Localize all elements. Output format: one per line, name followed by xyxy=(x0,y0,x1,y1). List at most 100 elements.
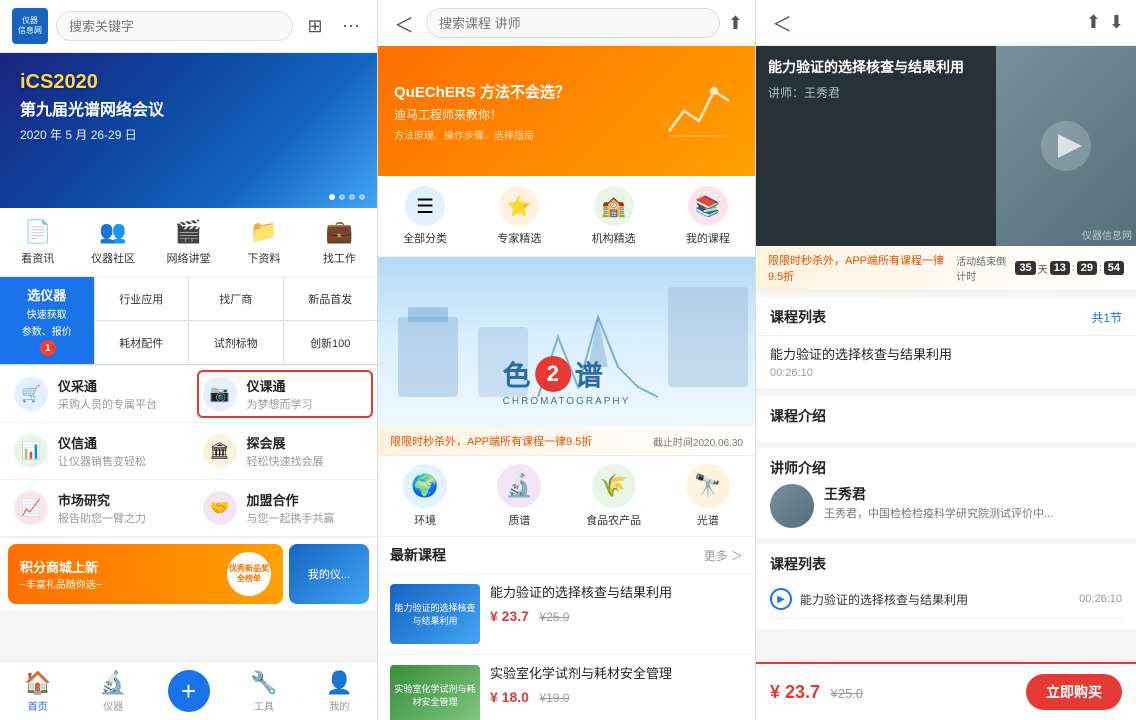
cat-expert-icon: ⭐ xyxy=(499,186,539,226)
p3-item-name: 能力验证的选择核查与结果利用 xyxy=(770,346,1122,364)
p3-list-item-1[interactable]: ▶ 能力验证的选择核查与结果利用 00:26:10 xyxy=(770,580,1122,619)
cat-expert[interactable]: ⭐ 专家精选 xyxy=(472,186,566,246)
p3-buy-bar: ¥ 23.7 ¥25.0 立即购买 xyxy=(756,662,1136,720)
course-card-2[interactable]: 实验室化学试剂与耗材安全管理 实验室化学试剂与耗材安全管理 ¥ 18.0 ¥19… xyxy=(378,655,755,720)
p3-avatar xyxy=(770,484,814,528)
price-original-2: ¥19.0 xyxy=(539,691,569,705)
tanhuizhan-icon: 🏛 xyxy=(203,434,237,468)
bottom-nav-profile[interactable]: 👤 我的 xyxy=(302,670,377,716)
panel2-header: ＜ ⬆ xyxy=(378,0,755,46)
spectro-icon: 🔭 xyxy=(686,464,730,508)
bottom-nav-add[interactable]: + xyxy=(151,670,226,716)
subcat-food[interactable]: 🌾 食品农产品 xyxy=(567,464,661,528)
service-yixintong[interactable]: 📊 仪信通 让仪器销售变轻松 xyxy=(0,423,189,479)
p3-download-icon[interactable]: ⬇ xyxy=(1109,12,1124,33)
back-button[interactable]: ＜ xyxy=(390,9,418,38)
countdown-minutes: 29 xyxy=(1077,261,1097,275)
panel1-banner[interactable]: iCS2020 第九届光谱网络会议 2020 年 5 月 26-29 日 xyxy=(0,53,377,208)
search-input[interactable] xyxy=(56,11,293,41)
chroma-chinese2: 谱 xyxy=(575,354,603,394)
service-partner[interactable]: 🤝 加盟合作 与您一起携手共赢 xyxy=(189,480,378,536)
p3-course-list-title: 课程列表 xyxy=(770,307,826,327)
chroma-text: CHROMATOGRAPHY xyxy=(503,396,631,407)
subcat-environment[interactable]: 🌍 环境 xyxy=(378,464,472,528)
panel1-bottom-nav: 🏠 首页 🔬 仪器 + 🔧 工具 👤 我的 xyxy=(0,661,377,720)
p3-promo-bar: 限限时秒杀外，APP端所有课程一律9.5折 活动结束倒计时 35 天 13 : … xyxy=(756,246,1136,291)
subcat-mass-spec[interactable]: 🔬 质谱 xyxy=(472,464,566,528)
nav-label-news: 看资讯 xyxy=(21,250,54,266)
scan-icon[interactable]: ⊞ xyxy=(301,12,329,40)
p2-banner[interactable]: QuEChERS 方法不会选？ 迪马工程师来教你！ 方法原理、操作步骤、选择指南 xyxy=(378,46,755,176)
subcat-spectroscopy[interactable]: 🔭 光谱 xyxy=(661,464,755,528)
my-promo[interactable]: 我的仪... xyxy=(289,544,369,604)
buy-button[interactable]: 立即购买 xyxy=(1026,674,1122,710)
p3-video[interactable]: 能力验证的选择核查与结果利用 讲师：王秀君 仪器信息网 xyxy=(756,46,1136,246)
profile-icon: 👤 xyxy=(326,670,353,696)
course-card-1[interactable]: 能力验证的选择核查与结果利用 能力验证的选择核查与结果利用 ¥ 23.7 ¥25… xyxy=(378,574,755,654)
p3-course-item-1[interactable]: 能力验证的选择核查与结果利用 00:26:10 xyxy=(756,336,1136,390)
more-icon[interactable]: ⋯ xyxy=(337,12,365,40)
watermark: 仪器信息网 xyxy=(1082,227,1132,242)
cat-my-courses[interactable]: 📚 我的课程 xyxy=(661,186,755,246)
chroma-badge: 2 xyxy=(535,356,571,392)
video-placeholder xyxy=(996,46,1136,246)
partner-icon: 🤝 xyxy=(203,491,237,525)
panel3-header: ＜ ⬆ ⬇ xyxy=(756,0,1136,46)
service-yiketong[interactable]: 📷 仪课通 为梦想而学习 xyxy=(197,370,374,418)
latest-title: 最新课程 xyxy=(390,545,446,565)
p3-teacher-desc: 王秀君，中国检检检疫科学研究院测试评价中... xyxy=(824,507,1053,522)
p3-course-title: 能力验证的选择核查与结果利用 xyxy=(768,58,964,78)
p3-teacher-name: 王秀君 xyxy=(824,484,1053,504)
bottom-nav-home[interactable]: 🏠 首页 xyxy=(0,670,75,716)
chroma-chinese: 色 xyxy=(503,354,531,394)
select-instrument[interactable]: 选仪器 快速获取 参数、报价 1 xyxy=(0,277,94,364)
p2-share-icon[interactable]: ⬆ xyxy=(728,13,743,34)
service-yicaitong[interactable]: 🛒 仪采通 采购人员的专属平台 xyxy=(0,366,193,422)
p3-back-button[interactable]: ＜ xyxy=(768,8,796,37)
p3-item-duration: 00:26:10 xyxy=(770,367,1122,379)
countdown: 活动结束倒计时 35 天 13 : 29 : 54 xyxy=(956,253,1124,283)
promo-banner[interactable]: 积分商城上新 ~丰富礼品随你选~ 优秀新品奖 全榜单 xyxy=(8,544,283,604)
bottom-nav-instrument[interactable]: 🔬 仪器 xyxy=(75,670,150,716)
banner1-title: 第九届光谱网络会议 xyxy=(20,96,164,120)
tools-icon: 🔧 xyxy=(250,670,277,696)
cat-institution[interactable]: 🏫 机构精选 xyxy=(567,186,661,246)
add-icon[interactable]: + xyxy=(168,670,210,712)
nav-item-news[interactable]: 📄 看资讯 xyxy=(0,218,75,266)
bottom-nav-tools[interactable]: 🔧 工具 xyxy=(226,670,301,716)
p3-share-icon[interactable]: ⬆ xyxy=(1086,12,1101,33)
p3-teacher-section: 讲师介绍 王秀君 王秀君，中国检检检疫科学研究院测试评价中... xyxy=(756,448,1136,538)
p3-bottom-list-title: 课程列表 xyxy=(770,554,1122,574)
banner1-tag: iCS2020 xyxy=(20,71,164,94)
panel1-header: 仪器信息网 ⊞ ⋯ xyxy=(0,0,377,53)
find-supplier[interactable]: 找厂商 xyxy=(189,277,283,320)
p3-bottom-course-list: 课程列表 ▶ 能力验证的选择核查与结果利用 00:26:10 xyxy=(756,544,1136,629)
p3-intro-section: 课程介绍 xyxy=(756,396,1136,442)
nav-item-community[interactable]: 👥 仪器社区 xyxy=(75,218,150,266)
reagents[interactable]: 试剂标物 xyxy=(189,321,283,364)
p2-search-input[interactable] xyxy=(426,8,720,38)
banner1-date: 2020 年 5 月 26-29 日 xyxy=(20,126,164,143)
download-icon: 📁 xyxy=(248,218,280,246)
p3-scroll-area[interactable]: 课程列表 共1节 能力验证的选择核查与结果利用 00:26:10 课程介绍 讲师… xyxy=(756,291,1136,662)
course-name-1: 能力验证的选择核查与结果利用 xyxy=(490,584,743,602)
innovation100[interactable]: 创新100 xyxy=(284,321,378,364)
nav-item-download[interactable]: 📁 下资料 xyxy=(226,218,301,266)
cat-all[interactable]: ☰ 全部分类 xyxy=(378,186,472,246)
nav-item-lecture[interactable]: 🎬 网络讲堂 xyxy=(151,218,226,266)
consumables[interactable]: 耗材配件 xyxy=(95,321,189,364)
more-button[interactable]: 更多 ＞ xyxy=(704,547,743,564)
p2-promo-bar: 限限时秒杀外，APP端所有课程一律9.5折 截止时间2020.06.30 xyxy=(378,427,755,456)
industry-app[interactable]: 行业应用 xyxy=(95,277,189,320)
play-icon[interactable]: ▶ xyxy=(770,588,792,610)
p2-scroll-area[interactable]: 色 2 谱 CHROMATOGRAPHY 限限时秒杀外，APP端所有课程一律9.… xyxy=(378,257,755,720)
service-market[interactable]: 📈 市场研究 报告助您一臂之力 xyxy=(0,480,189,536)
panel3: ＜ ⬆ ⬇ 能力验证的选择核查与结果利用 讲师：王秀君 仪器信息网 限限时秒杀外… xyxy=(756,0,1136,720)
service-tanhuizhan[interactable]: 🏛 探会展 轻松快速找会展 xyxy=(189,423,378,479)
news-icon: 📄 xyxy=(22,218,54,246)
nav-item-jobs[interactable]: 💼 找工作 xyxy=(302,218,377,266)
panel1: 仪器信息网 ⊞ ⋯ iCS2020 第九届光谱网络会议 2020 年 5 月 2… xyxy=(0,0,378,720)
yiketong-icon: 📷 xyxy=(203,377,237,411)
chroma-banner[interactable]: 色 2 谱 CHROMATOGRAPHY xyxy=(378,257,755,427)
new-products[interactable]: 新品首发 xyxy=(284,277,378,320)
